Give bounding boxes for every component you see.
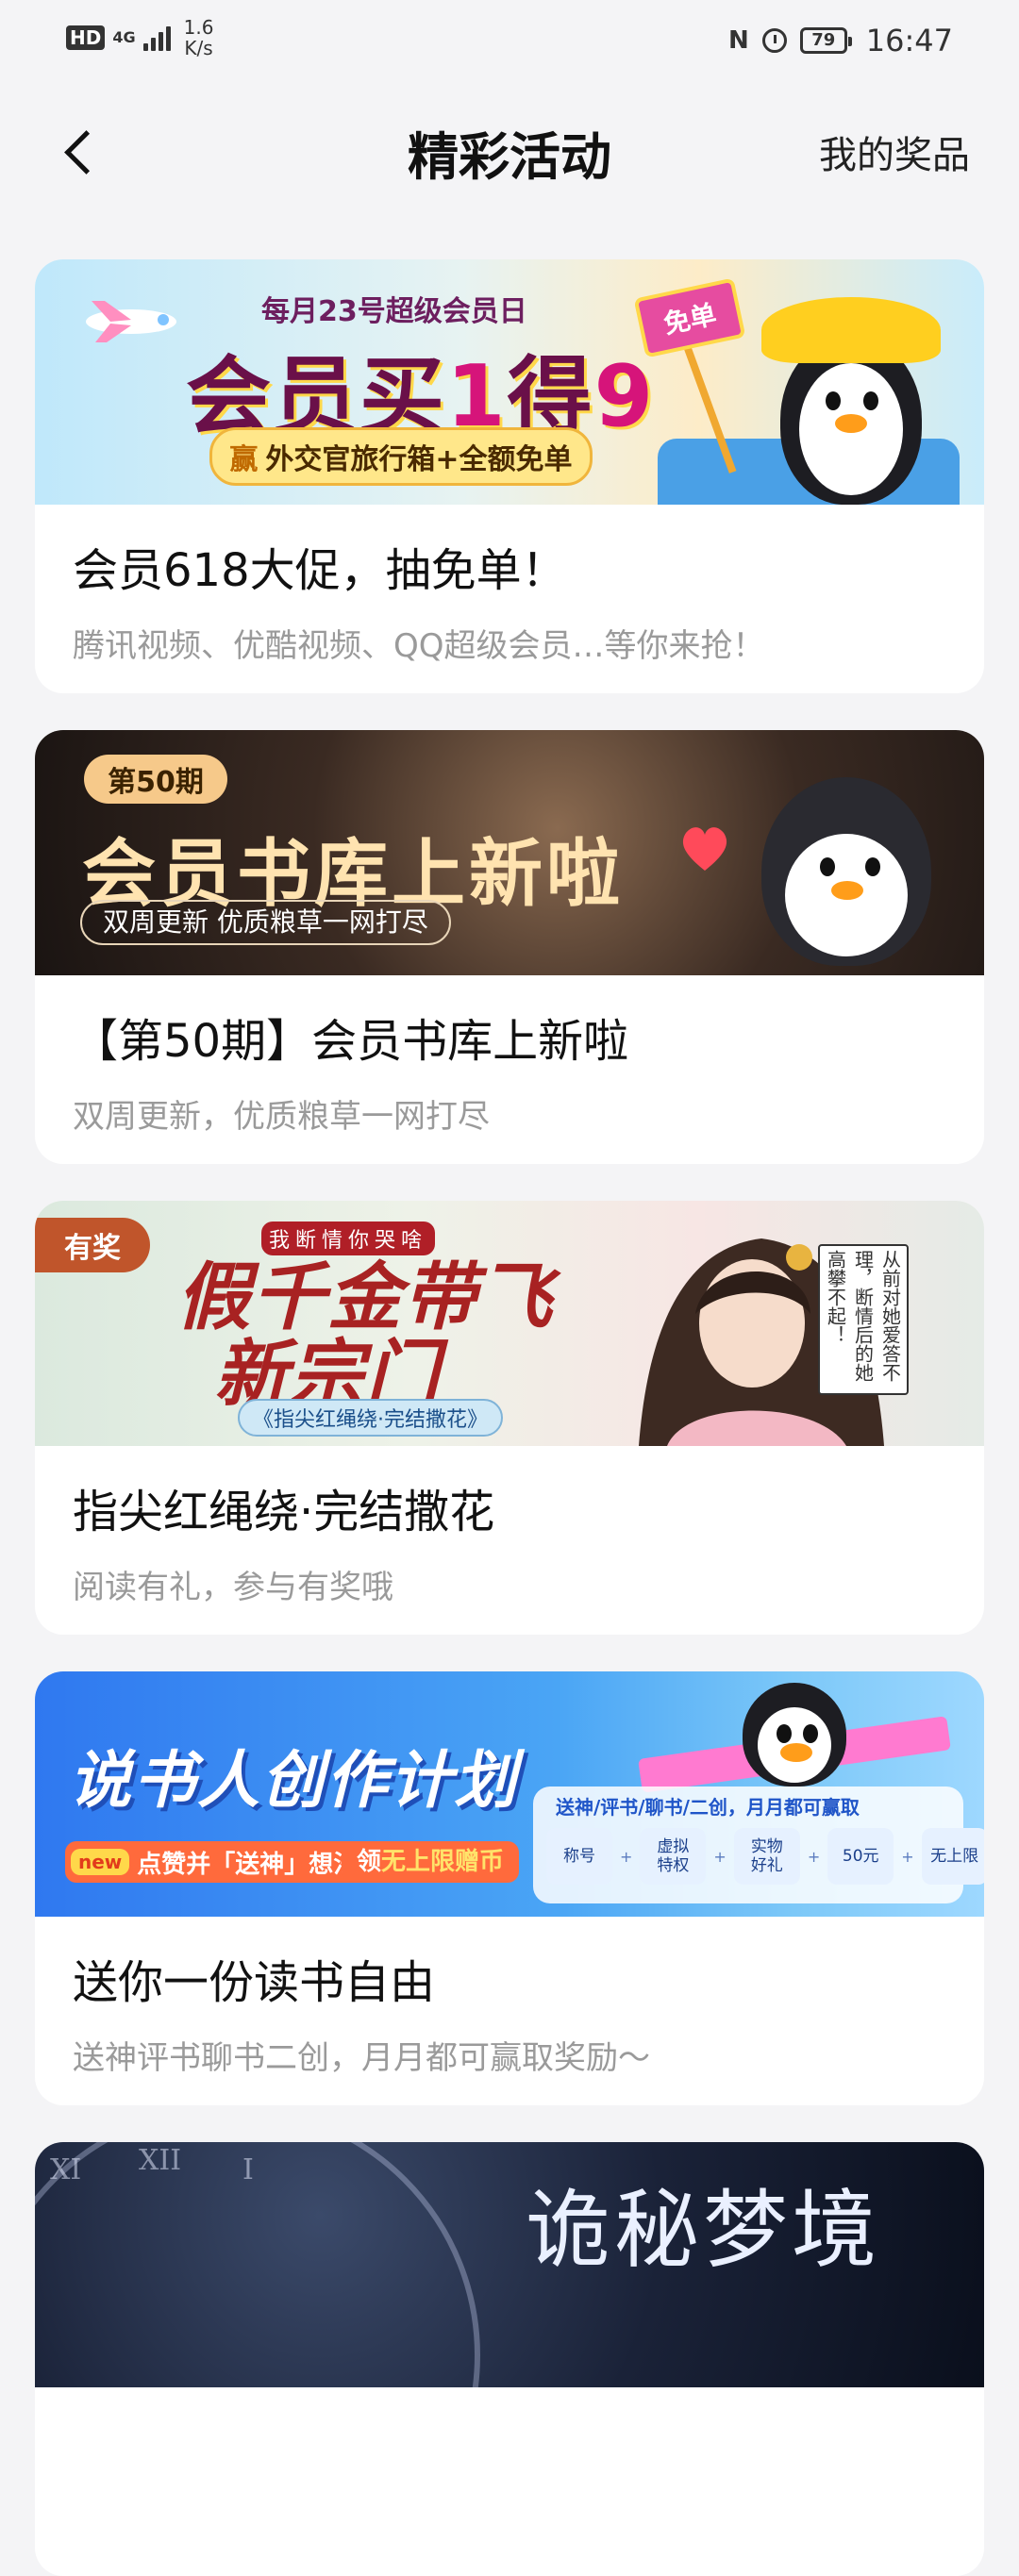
banner-headline: 诡秘梦境 — [526, 2181, 880, 2280]
status-right: N 79 16:47 — [728, 23, 953, 58]
activity-banner-5[interactable]: XI XII I 诡秘梦境 — [35, 2142, 984, 2387]
pill-text: 外交官旅行箱+全额免单 — [265, 443, 573, 476]
free-order-sign: 免单 — [633, 277, 746, 358]
activity-banner-2[interactable]: 第50期 会员书库上新啦 双周更新 优质粮草一网打尽 — [35, 730, 984, 975]
activity-card-3[interactable]: 有奖 我断情你哭啥 假千金带飞 新宗门 《指尖红绳绕·完结撒花》 从前对她爱答不… — [35, 1201, 984, 1635]
reward-chip-coins: 无上限 — [921, 1828, 984, 1885]
banner-subtitle-pill: 《指尖红绳绕·完结撒花》 — [238, 1399, 503, 1437]
net-speed-unit: K/s — [184, 37, 213, 59]
hd-indicator: HD — [66, 25, 106, 50]
rewards-chips: 称号 + 虚拟 特权 + 实物 好礼 + 50元 + 无上限 — [546, 1828, 984, 1885]
clock-numeral: XI — [50, 2153, 82, 2186]
banner-pill-like: new 点赞并「送神」想法 — [65, 1841, 374, 1883]
pill-prefix: 领 — [357, 1848, 382, 1876]
rewards-panel-title: 送神/评书/聊书/二创，月月都可赢取 — [556, 1796, 860, 1819]
activity-banner-4[interactable]: 说书人创作计划 new 点赞并「送神」想法 领无上限赠币 送神/评书/聊书/二创… — [35, 1671, 984, 1917]
quote-scroll: 从前对她爱答不理，断情后的她高攀不起！ — [818, 1244, 909, 1395]
battery-icon: 79 — [799, 27, 852, 54]
reward-chip-gift: 实物 好礼 — [733, 1828, 800, 1885]
banner-pill-coins: 领无上限赠币 — [342, 1841, 520, 1883]
clock-numeral: XII — [139, 2144, 182, 2177]
status-left: HD 4G 1.6 K/s — [66, 17, 213, 58]
card-subtitle: 送神评书聊书二创，月月都可赢取奖励～ — [73, 2039, 650, 2077]
my-prizes-link[interactable]: 我的奖品 — [819, 125, 970, 179]
penguin-mascot-illustration — [761, 297, 941, 505]
status-bar: HD 4G 1.6 K/s N 79 16:47 — [0, 0, 1019, 85]
banner-prize-pill: 赢外交官旅行箱+全额免单 — [209, 427, 593, 486]
new-tag: new — [71, 1849, 130, 1875]
reward-chip-title: 称号 — [546, 1828, 612, 1885]
rewards-panel: 送神/评书/聊书/二创，月月都可赢取 称号 + 虚拟 特权 + 实物 好礼 + … — [533, 1787, 984, 1903]
banner-tagline: 我断情你哭啥 — [261, 1222, 436, 1255]
reward-chip-privilege: 虚拟 特权 — [640, 1828, 707, 1885]
clock-numeral: I — [242, 2153, 254, 2186]
signal-icon — [142, 25, 171, 51]
activity-card-5[interactable]: XI XII I 诡秘梦境 — [35, 2142, 984, 2576]
pill-prefix: 赢 — [229, 443, 259, 476]
banner-pill: 双周更新 优质粮草一网打尽 — [80, 900, 451, 945]
banner-headline: 说书人创作计划 — [69, 1744, 518, 1817]
heart-icon — [682, 827, 727, 871]
card-title: 【第50期】会员书库上新啦 — [73, 1015, 629, 1068]
activity-card-2[interactable]: 第50期 会员书库上新啦 双周更新 优质粮草一网打尽 【第50期】会员书库上新啦… — [35, 730, 984, 1164]
activity-card-1[interactable]: 每月23号超级会员日 会员买1得9 赢外交官旅行箱+全额免单 免单 会员618大… — [35, 259, 984, 693]
card-title: 指尖红绳绕·完结撒花 — [73, 1486, 495, 1538]
card-title: 送你一份读书自由 — [73, 1956, 436, 2009]
pill-bold: 无上限赠币 — [381, 1848, 505, 1876]
clock: 16:47 — [865, 23, 953, 58]
card-title: 会员618大促，抽免单！ — [73, 544, 567, 597]
card-subtitle: 阅读有礼，参与有奖哦 — [73, 1569, 393, 1606]
activity-banner-1[interactable]: 每月23号超级会员日 会员买1得9 赢外交官旅行箱+全额免单 免单 — [35, 259, 984, 505]
card-subtitle: 双周更新，优质粮草一网打尽 — [73, 1098, 490, 1136]
activity-card-4[interactable]: 说书人创作计划 new 点赞并「送神」想法 领无上限赠币 送神/评书/聊书/二创… — [35, 1671, 984, 2105]
penguin-mascot-illustration — [733, 1683, 856, 1787]
clock-illustration — [35, 2142, 480, 2387]
activity-banner-3[interactable]: 有奖 我断情你哭啥 假千金带飞 新宗门 《指尖红绳绕·完结撒花》 从前对她爱答不… — [35, 1201, 984, 1446]
banner-top-text: 每月23号超级会员日 — [261, 295, 527, 328]
alarm-icon — [761, 28, 787, 53]
card-subtitle: 腾讯视频、优酷视频、QQ超级会员…等你来抢！ — [73, 627, 765, 665]
network-type: 4G — [112, 28, 136, 46]
net-speed-value: 1.6 — [183, 16, 214, 39]
headline-line-1: 假千金带飞 — [176, 1255, 555, 1340]
airplane-icon — [86, 301, 176, 342]
pill-text: 点赞并「送神」想法 — [137, 1850, 359, 1879]
prize-badge: 有奖 — [35, 1218, 150, 1272]
reward-chip-jd-card: 50元 — [827, 1828, 894, 1885]
headline-number-2: 9 — [593, 347, 656, 446]
nav-bar: 精彩活动 我的奖品 — [0, 104, 1019, 198]
banner-headline: 假千金带飞 新宗门 — [176, 1259, 554, 1414]
penguin-mascot-illustration — [733, 758, 950, 975]
issue-tag: 第50期 — [84, 755, 227, 804]
nfc-icon: N — [728, 26, 749, 55]
net-speed: 1.6 K/s — [184, 17, 214, 58]
